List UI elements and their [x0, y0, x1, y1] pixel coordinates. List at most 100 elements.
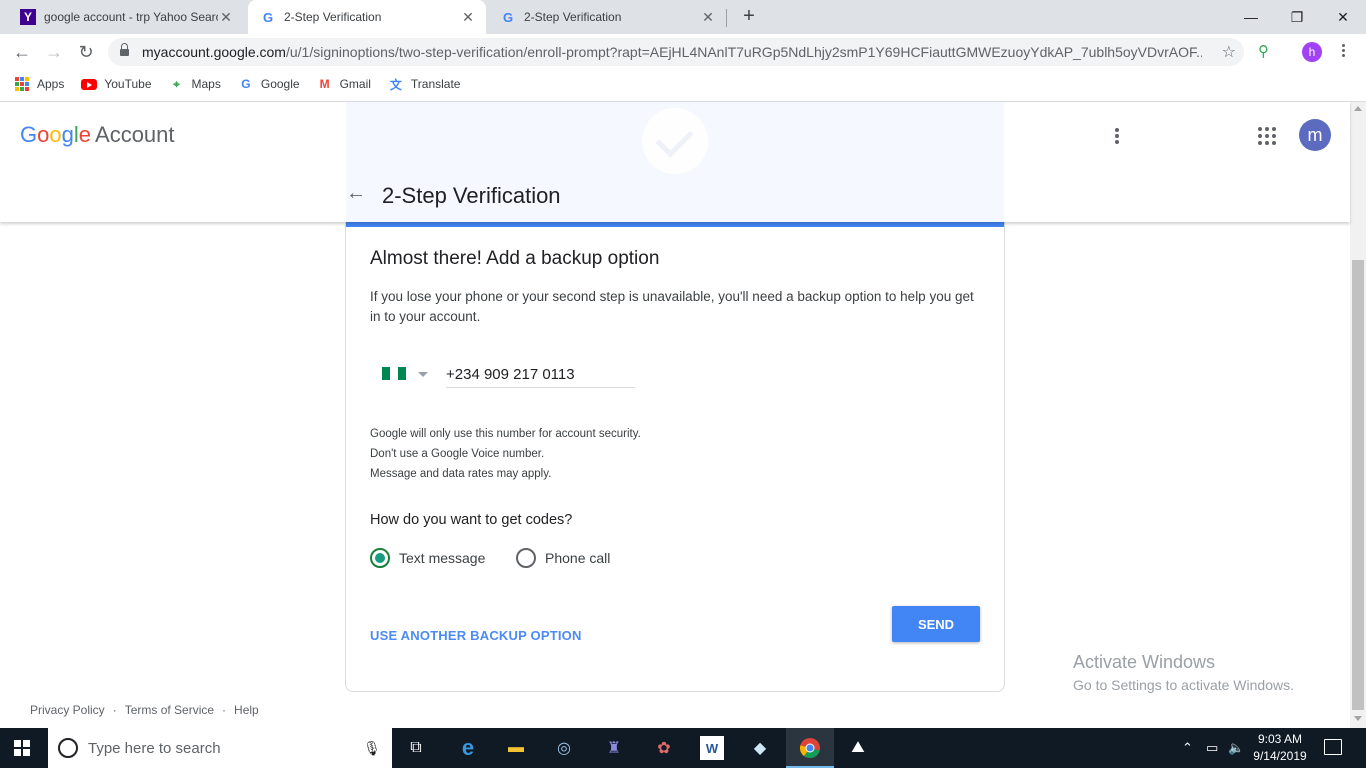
windows-start-icon[interactable] — [14, 740, 30, 756]
note-line: Don't use a Google Voice number. — [370, 448, 545, 460]
extension-search-icon[interactable]: ⚲ — [1258, 42, 1269, 60]
close-icon[interactable]: ✕ — [700, 9, 716, 26]
tray-chevron-up-icon[interactable]: ⌃ — [1182, 740, 1193, 756]
google-account-logo[interactable]: Google Account — [20, 122, 175, 148]
close-window-button[interactable]: ✕ — [1320, 0, 1366, 34]
task-view-icon[interactable]: ⧉ — [404, 736, 428, 760]
volume-icon[interactable]: 🔈 — [1228, 740, 1244, 756]
bookmark-label: Google — [260, 77, 300, 91]
tab-2-step-verification[interactable]: G 2-Step Verification ✕ — [488, 0, 726, 34]
address-bar[interactable]: myaccount.google.com/u/1/signinoptions/t… — [108, 38, 1244, 66]
page-footer: Privacy Policy · Terms of Service · Help — [30, 703, 259, 717]
bookmark-translate[interactable]: 文 Translate — [388, 76, 461, 92]
card-heading: Almost there! Add a backup option — [370, 248, 660, 269]
radio-selected-icon[interactable] — [370, 548, 390, 568]
edge-icon[interactable]: e — [456, 735, 480, 760]
note-line: Message and data rates may apply. — [370, 468, 552, 480]
bookmark-apps[interactable]: Apps — [14, 76, 64, 92]
note-line: Google will only use this number for acc… — [370, 428, 641, 440]
footer-separator: · — [112, 703, 117, 717]
bookmark-gmail[interactable]: M Gmail — [317, 76, 371, 92]
app-icon[interactable]: ◎ — [552, 736, 576, 760]
bookmark-google[interactable]: G Google — [238, 76, 300, 92]
chevron-down-icon[interactable] — [418, 372, 428, 377]
close-icon[interactable]: ✕ — [218, 9, 234, 26]
google-favicon-icon: G — [262, 9, 274, 25]
app-icon[interactable]: ◆ — [748, 736, 772, 760]
browser-toolbar: ← → ↻ myaccount.google.com/u/1/signinopt… — [0, 34, 1366, 70]
clock-time: 9:03 AM — [1257, 732, 1303, 746]
clock-date: 9/14/2019 — [1253, 749, 1307, 763]
google-account-header: Google Account ← 2-Step Verification m — [0, 102, 1350, 222]
back-arrow-icon[interactable]: ← — [346, 182, 366, 205]
bookmark-label: Apps — [37, 77, 65, 91]
scroll-up-icon[interactable] — [1354, 106, 1362, 111]
phone-number-row — [370, 358, 636, 388]
close-icon[interactable]: ✕ — [460, 9, 476, 26]
taskbar-clock[interactable]: 9:03 AM 9/14/2019 — [1246, 731, 1314, 765]
browser-profile-avatar[interactable]: h — [1302, 42, 1322, 62]
watermark-title: Activate Windows — [1073, 652, 1216, 672]
more-options-icon[interactable] — [1114, 126, 1120, 146]
nigeria-flag-icon[interactable] — [382, 367, 406, 380]
page-title: 2-Step Verification — [382, 183, 561, 208]
header-banner: ← 2-Step Verification — [346, 102, 1004, 222]
cortana-icon — [58, 738, 78, 758]
taskbar-search-input[interactable]: Type here to search — [88, 740, 360, 757]
radio-label: Text message — [399, 550, 486, 566]
url-text[interactable]: myaccount.google.com/u/1/signinoptions/t… — [142, 44, 1202, 60]
scroll-down-icon[interactable] — [1354, 716, 1362, 721]
tab-separator — [726, 9, 727, 27]
google-apps-icon[interactable] — [1258, 127, 1276, 145]
app-icon[interactable]: ✿ — [652, 736, 676, 760]
backup-option-card: Almost there! Add a backup option If you… — [345, 222, 1005, 692]
radio-phone-call[interactable]: Phone call — [516, 548, 610, 568]
activate-windows-watermark: Activate Windows Go to Settings to activ… — [1073, 652, 1294, 693]
bookmark-star-icon[interactable]: ☆ — [1222, 42, 1236, 62]
tab-strip: Y google account - trp Yahoo Search ✕ G … — [0, 0, 1366, 34]
page-scrollbar[interactable] — [1350, 102, 1366, 728]
account-wordmark: Account — [95, 122, 175, 147]
notifications-icon[interactable] — [1324, 739, 1342, 755]
tab-yahoo-search[interactable]: Y google account - trp Yahoo Search ✕ — [8, 0, 244, 34]
microphone-icon[interactable]: 🎙 — [360, 740, 384, 757]
use-another-backup-option-button[interactable]: USE ANOTHER BACKUP OPTION — [370, 628, 582, 643]
taskbar-search[interactable]: Type here to search 🎙 — [48, 728, 392, 768]
bookmark-maps[interactable]: ⌖ Maps — [169, 76, 221, 92]
card-description: If you lose your phone or your second st… — [370, 289, 974, 324]
forward-arrow-icon[interactable]: → — [42, 40, 66, 64]
chrome-icon[interactable] — [798, 736, 822, 760]
bookmark-label: YouTube — [104, 77, 152, 91]
file-explorer-icon[interactable]: ▬ — [504, 736, 528, 760]
new-tab-button[interactable]: + — [738, 5, 760, 27]
terms-of-service-link[interactable]: Terms of Service — [125, 703, 214, 717]
translate-icon: 文 — [389, 77, 402, 92]
browser-menu-icon[interactable] — [1338, 42, 1348, 62]
word-icon[interactable]: W — [700, 736, 724, 760]
restore-button[interactable]: ❐ — [1274, 0, 1320, 34]
account-avatar[interactable]: m — [1299, 119, 1331, 151]
card-accent-bar — [346, 222, 1004, 227]
tab-2-step-verification-active[interactable]: G 2-Step Verification ✕ — [248, 0, 486, 34]
bookmarks-bar: Apps YouTube ⌖ Maps G Google M Gmail 文 T… — [0, 70, 1366, 98]
help-link[interactable]: Help — [234, 703, 259, 717]
back-arrow-icon[interactable]: ← — [10, 40, 34, 64]
maps-pin-icon: ⌖ — [173, 76, 180, 91]
bookmark-label: Maps — [191, 77, 221, 91]
google-g-icon: G — [241, 77, 251, 91]
app-icon[interactable]: ♜ — [602, 736, 626, 760]
radio-unselected-icon[interactable] — [516, 548, 536, 568]
send-button[interactable]: SEND — [892, 606, 980, 642]
battery-icon[interactable]: ▭ — [1206, 740, 1218, 756]
radio-text-message[interactable]: Text message — [370, 548, 485, 568]
scroll-thumb[interactable] — [1352, 260, 1364, 710]
watermark-subtitle: Go to Settings to activate Windows. — [1073, 677, 1294, 693]
reload-icon[interactable]: ↻ — [74, 40, 98, 64]
footer-separator: · — [222, 703, 227, 717]
photos-icon[interactable]: ⛰ — [846, 736, 870, 760]
bookmark-youtube[interactable]: YouTube — [81, 76, 152, 92]
bookmark-label: Gmail — [339, 77, 371, 91]
phone-number-input[interactable] — [446, 358, 635, 388]
privacy-policy-link[interactable]: Privacy Policy — [30, 703, 105, 717]
minimize-button[interactable]: — — [1228, 0, 1274, 34]
